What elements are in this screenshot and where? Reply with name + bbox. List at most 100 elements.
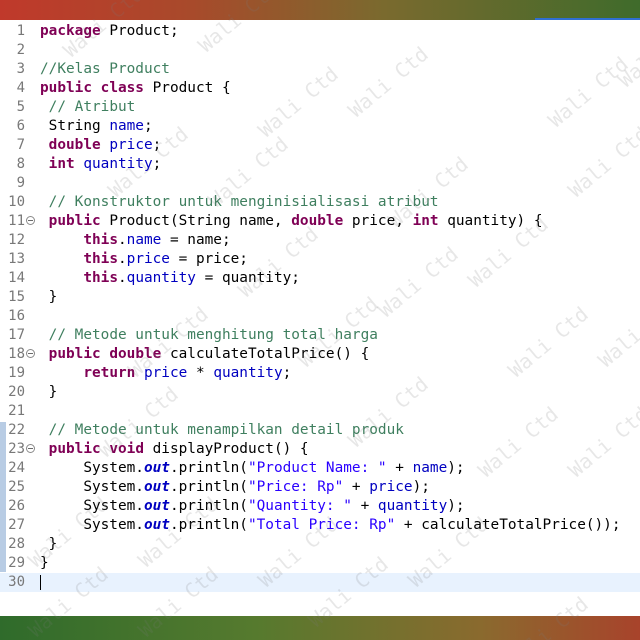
line-number: 16	[8, 308, 25, 324]
code-line[interactable]: 19 return price * quantity;	[0, 364, 640, 383]
line-number: 27	[8, 517, 25, 533]
code-token: +	[386, 460, 413, 476]
code-token: System.	[40, 479, 144, 495]
code-token: class	[100, 80, 144, 96]
line-number: 7	[16, 137, 25, 153]
line-code: // Atribut	[40, 98, 136, 117]
code-line[interactable]: 26 System.out.println("Quantity: " + qua…	[0, 497, 640, 516]
code-token: + calculateTotalPrice());	[395, 517, 621, 533]
fold-toggle-icon[interactable]	[26, 444, 35, 453]
code-token: price	[109, 137, 153, 153]
code-token: }	[40, 555, 49, 571]
line-code: this.quantity = quantity;	[40, 269, 300, 288]
code-line[interactable]: 4 public class Product {	[0, 79, 640, 98]
code-line[interactable]: 7 double price;	[0, 136, 640, 155]
code-token: quantity	[377, 498, 448, 514]
code-line[interactable]: 22 // Metode untuk menampilkan detail pr…	[0, 421, 640, 440]
code-line[interactable]: 17 // Metode untuk menghitung total harg…	[0, 326, 640, 345]
fold-toggle-icon[interactable]	[26, 216, 35, 225]
code-token: package	[40, 23, 101, 39]
code-token: Product(String name,	[100, 213, 292, 229]
line-code: //Kelas Product	[40, 60, 170, 79]
code-line[interactable]: 28 }	[0, 535, 640, 554]
code-token: .println(	[169, 460, 248, 476]
code-token: price	[143, 365, 188, 381]
code-token: void	[109, 441, 144, 457]
code-line[interactable]: 13 this.price = price;	[0, 250, 640, 269]
code-line[interactable]: 14 this.quantity = quantity;	[0, 269, 640, 288]
text-caret	[40, 575, 41, 590]
code-line[interactable]: 9	[0, 174, 640, 193]
code-token: out	[143, 498, 170, 514]
code-token: //Kelas Product	[40, 61, 170, 77]
code-line[interactable]: 25 System.out.println("Price: Rp" + pric…	[0, 478, 640, 497]
code-token: int	[412, 213, 439, 229]
code-line[interactable]: 27 System.out.println("Total Price: Rp" …	[0, 516, 640, 535]
code-token: calculateTotalPrice() {	[161, 346, 370, 362]
code-token: name	[109, 118, 144, 134]
code-token: "Price: Rp"	[247, 479, 344, 495]
code-token: price,	[343, 213, 413, 229]
code-line[interactable]: 15 }	[0, 288, 640, 307]
code-token: = price;	[169, 251, 248, 267]
code-line[interactable]: 20 }	[0, 383, 640, 402]
code-line[interactable]: 18 public double calculateTotalPrice() {	[0, 345, 640, 364]
code-token: double	[48, 137, 101, 153]
code-line[interactable]: 3 //Kelas Product	[0, 60, 640, 79]
code-line[interactable]: 21	[0, 402, 640, 421]
line-number: 9	[16, 175, 25, 191]
fold-toggle-icon[interactable]	[26, 349, 35, 358]
code-token: price	[126, 251, 170, 267]
code-line[interactable]: 10 // Konstruktor untuk menginisialisasi…	[0, 193, 640, 212]
code-token: "Quantity: "	[247, 498, 352, 514]
code-line[interactable]: 11 public Product(String name, double pr…	[0, 212, 640, 231]
code-token: return	[83, 365, 136, 381]
code-line[interactable]: 2	[0, 41, 640, 60]
code-token: ;	[152, 137, 162, 153]
code-token: System.	[40, 460, 144, 476]
line-number: 10	[8, 194, 25, 210]
code-token: quantity	[83, 156, 153, 172]
code-token: );	[412, 479, 430, 495]
code-line[interactable]: 12 this.name = name;	[0, 231, 640, 250]
code-line[interactable]: 30	[0, 573, 640, 592]
code-line[interactable]: 16	[0, 307, 640, 326]
line-number: 11	[8, 213, 25, 229]
code-line[interactable]: 23 public void displayProduct() {	[0, 440, 640, 459]
code-line[interactable]: 24 System.out.println("Product Name: " +…	[0, 459, 640, 478]
code-editor[interactable]: 1 package Product; 2 3//Kelas Product 4 publi…	[0, 22, 640, 614]
line-number: 18	[8, 346, 25, 362]
code-token: ;	[143, 118, 153, 134]
line-code: }	[40, 383, 58, 402]
line-code: public double calculateTotalPrice() {	[40, 345, 370, 364]
line-number: 2	[16, 42, 25, 58]
code-token: // Metode untuk menampilkan detail produ…	[48, 422, 404, 438]
line-code: package Product;	[40, 22, 179, 41]
line-number: 17	[8, 327, 25, 343]
code-token: double	[109, 346, 162, 362]
line-code: }	[40, 535, 58, 554]
code-token: quantity	[213, 365, 283, 381]
line-code: }	[40, 554, 49, 573]
line-number: 20	[8, 384, 25, 400]
code-line[interactable]: 5 // Atribut	[0, 98, 640, 117]
line-code: }	[40, 288, 58, 307]
code-line[interactable]: 8 int quantity;	[0, 155, 640, 174]
code-token: public	[40, 80, 92, 96]
code-token: ;	[152, 156, 162, 172]
line-number: 23	[8, 441, 25, 457]
code-line[interactable]: 6 String name;	[0, 117, 640, 136]
code-token: this	[83, 270, 118, 286]
code-token: "Total Price: Rp"	[247, 517, 396, 533]
code-line[interactable]: 1 package Product;	[0, 22, 640, 41]
code-token: // Atribut	[48, 99, 136, 115]
code-line[interactable]: 29}	[0, 554, 640, 573]
code-token: // Konstruktor untuk menginisialisasi at…	[48, 194, 439, 210]
